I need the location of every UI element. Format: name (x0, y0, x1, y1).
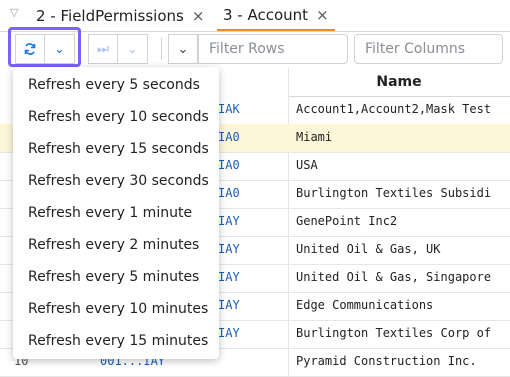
skip-forward-button[interactable]: ⏭ (88, 34, 118, 64)
refresh-controls-highlight (8, 27, 81, 67)
chevron-down-icon: ⌄ (177, 41, 189, 57)
menu-item-refresh-10s[interactable]: Refresh every 10 seconds (28, 109, 209, 125)
name-cell[interactable]: Miami (296, 130, 332, 144)
menu-item-refresh-30s[interactable]: Refresh every 30 seconds (28, 173, 209, 189)
menu-item-refresh-10m[interactable]: Refresh every 10 minutes (28, 301, 208, 317)
name-cell[interactable]: United Oil & Gas, Singapore (296, 270, 491, 284)
name-cell[interactable]: Burlington Textiles Corp of (296, 326, 491, 340)
name-cell[interactable]: Account1,Account2,Mask Test (296, 102, 491, 116)
name-cell[interactable]: GenePoint Inc2 (296, 214, 397, 228)
tab-account[interactable]: 3 - Account × (217, 0, 335, 31)
filter-columns-input[interactable]: Filter Columns (354, 34, 503, 64)
column-header-name[interactable]: Name (288, 68, 510, 97)
close-icon[interactable]: × (192, 7, 205, 25)
name-cell[interactable]: United Oil & Gas, UK (296, 242, 441, 256)
name-cell[interactable]: Edge Communications (296, 298, 433, 312)
menu-item-refresh-15m[interactable]: Refresh every 15 minutes (28, 333, 208, 349)
filter-toggle-button[interactable]: ⌄ (168, 34, 198, 64)
refresh-interval-menu: Refresh every 5 seconds Refresh every 10… (13, 67, 219, 359)
menu-item-refresh-15s[interactable]: Refresh every 15 seconds (28, 141, 209, 157)
tab-label: 2 - FieldPermissions (36, 6, 184, 25)
chevron-down-icon: ⌄ (127, 41, 138, 57)
tab-label: 3 - Account (223, 5, 309, 24)
autoplay-options-dropdown[interactable]: ⌄ (118, 34, 148, 64)
close-icon[interactable]: × (316, 6, 329, 24)
skip-forward-icon: ⏭ (97, 41, 109, 57)
tabs-collapse-icon[interactable]: ▽ (10, 6, 18, 19)
name-cell[interactable]: Burlington Textiles Subsidi (296, 186, 491, 200)
name-cell[interactable]: USA (296, 158, 318, 172)
menu-item-refresh-2m[interactable]: Refresh every 2 minutes (28, 237, 199, 253)
menu-item-refresh-5s[interactable]: Refresh every 5 seconds (28, 77, 200, 93)
autoplay-button-group: ⏭ ⌄ (88, 34, 148, 64)
menu-item-refresh-1m[interactable]: Refresh every 1 minute (28, 205, 192, 221)
name-cell[interactable]: Pyramid Construction Inc. (296, 354, 477, 368)
menu-item-refresh-5m[interactable]: Refresh every 5 minutes (28, 269, 199, 285)
filter-toggle-group: ⌄ (168, 34, 198, 64)
toolbar-divider (161, 38, 162, 60)
filter-rows-input[interactable]: Filter Rows (198, 34, 348, 64)
